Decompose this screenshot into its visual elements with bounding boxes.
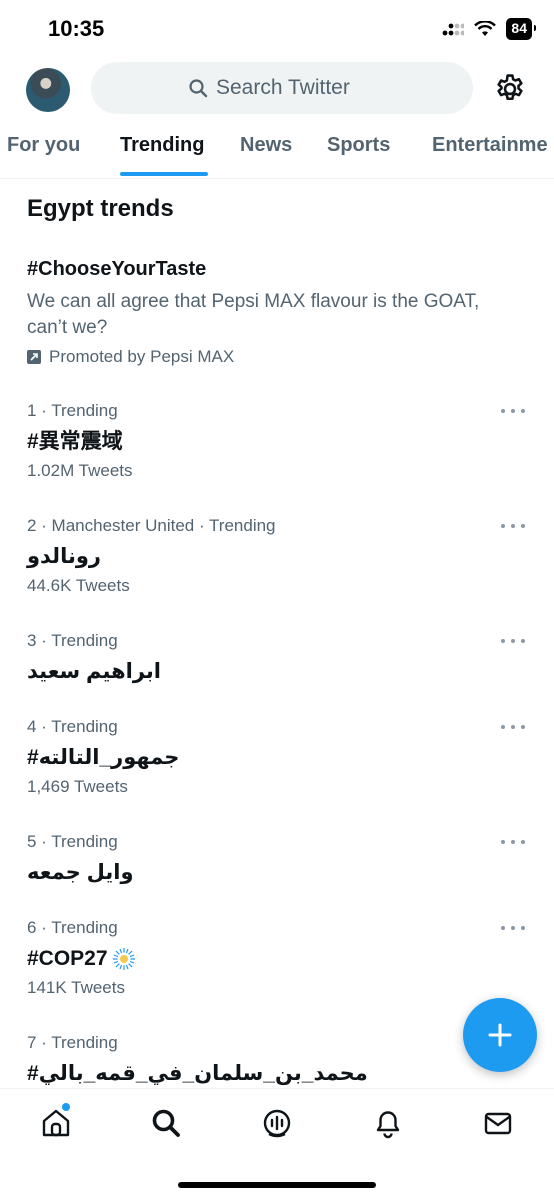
- promoted-by-label: Promoted by Pepsi MAX: [49, 347, 235, 366]
- promoted-icon: [27, 350, 41, 364]
- trend-name: وايل جمعه: [27, 861, 134, 884]
- trend-name: #COP27: [27, 947, 108, 970]
- home-indicator: [178, 1182, 376, 1188]
- cop27-emblem-icon: [112, 948, 135, 970]
- trend-item[interactable]: 4 · Trending #جمهور_التالته 1,469 Tweets: [27, 716, 527, 798]
- promoted-hashtag[interactable]: #ChooseYourTaste: [27, 258, 507, 281]
- trend-item[interactable]: 5 · Trending وايل جمعه: [27, 831, 527, 885]
- active-tab-indicator: [120, 172, 208, 176]
- search-icon: [189, 79, 208, 98]
- trend-name-row: #COP27: [27, 947, 527, 971]
- tab-entertainment[interactable]: Entertainme: [432, 134, 548, 157]
- more-icon[interactable]: [501, 404, 525, 418]
- bell-icon[interactable]: [372, 1107, 404, 1139]
- trend-name: ابراهيم سعيد: [27, 660, 161, 683]
- trend-meta: 6 · Trending: [27, 918, 118, 937]
- trend-count: 141K Tweets: [27, 978, 125, 997]
- promoted-by: Promoted by Pepsi MAX: [27, 347, 507, 367]
- tab-sports[interactable]: Sports: [327, 134, 390, 157]
- trend-name: #異常震域: [27, 430, 123, 453]
- mail-icon[interactable]: [482, 1107, 514, 1139]
- trend-meta: 2 · Manchester United · Trending: [27, 516, 276, 535]
- trend-meta: 5 · Trending: [27, 832, 118, 851]
- status-time: 10:35: [48, 16, 105, 41]
- more-icon[interactable]: [501, 519, 525, 533]
- section-title: Egypt trends: [27, 195, 174, 222]
- trend-name: رونالدو: [27, 545, 101, 568]
- wifi-icon: [474, 21, 497, 36]
- spaces-icon[interactable]: [261, 1107, 293, 1139]
- trend-meta: 4 · Trending: [27, 717, 118, 736]
- more-icon[interactable]: [501, 921, 525, 935]
- trend-name: #محمد_بن_سلمان_في_قمه_بالي: [27, 1062, 368, 1085]
- trend-item[interactable]: 3 · Trending ابراهيم سعيد: [27, 630, 527, 684]
- tab-news[interactable]: News: [240, 134, 292, 157]
- more-icon[interactable]: [501, 634, 525, 648]
- status-bar: 10:35 84: [0, 0, 554, 60]
- search-icon[interactable]: [150, 1107, 182, 1139]
- trend-count: 1.02M Tweets: [27, 461, 133, 480]
- compose-button[interactable]: [463, 998, 537, 1072]
- more-icon[interactable]: [501, 720, 525, 734]
- trend-count: 44.6K Tweets: [27, 576, 130, 595]
- trend-name: #جمهور_التالته: [27, 746, 180, 769]
- trend-item[interactable]: 1 · Trending #異常震域 1.02M Tweets: [27, 400, 527, 482]
- tab-trending[interactable]: Trending: [120, 134, 204, 157]
- promoted-description: We can all agree that Pepsi MAX flavour …: [27, 291, 480, 338]
- promoted-trend[interactable]: #ChooseYourTaste We can all agree that P…: [27, 258, 507, 367]
- trend-count: 1,469 Tweets: [27, 777, 128, 796]
- trend-item[interactable]: 6 · Trending #COP27 141K Tweets: [27, 917, 527, 999]
- gear-icon[interactable]: [493, 72, 527, 106]
- top-header: [0, 62, 554, 116]
- avatar[interactable]: [26, 68, 70, 112]
- trend-item[interactable]: 2 · Manchester United · Trending رونالدو…: [27, 515, 527, 597]
- home-icon[interactable]: [40, 1107, 72, 1139]
- search-bar[interactable]: [91, 62, 473, 114]
- explore-tabs: For you Trending News Sports Entertainme: [0, 122, 554, 179]
- notification-dot: [62, 1103, 70, 1111]
- trend-item[interactable]: 7 · Trending #محمد_بن_سلمان_في_قمه_بالي: [27, 1032, 527, 1086]
- trend-meta: 1 · Trending: [27, 401, 118, 420]
- battery-indicator: 84: [506, 18, 536, 40]
- search-input[interactable]: [216, 76, 376, 100]
- trend-meta: 7 · Trending: [27, 1033, 118, 1052]
- plus-icon: [488, 1023, 512, 1047]
- tab-for-you[interactable]: For you: [7, 134, 80, 157]
- more-icon[interactable]: [501, 835, 525, 849]
- status-icons: 84: [442, 18, 536, 40]
- trend-meta: 3 · Trending: [27, 631, 118, 650]
- cellular-signal-icon: [443, 23, 465, 36]
